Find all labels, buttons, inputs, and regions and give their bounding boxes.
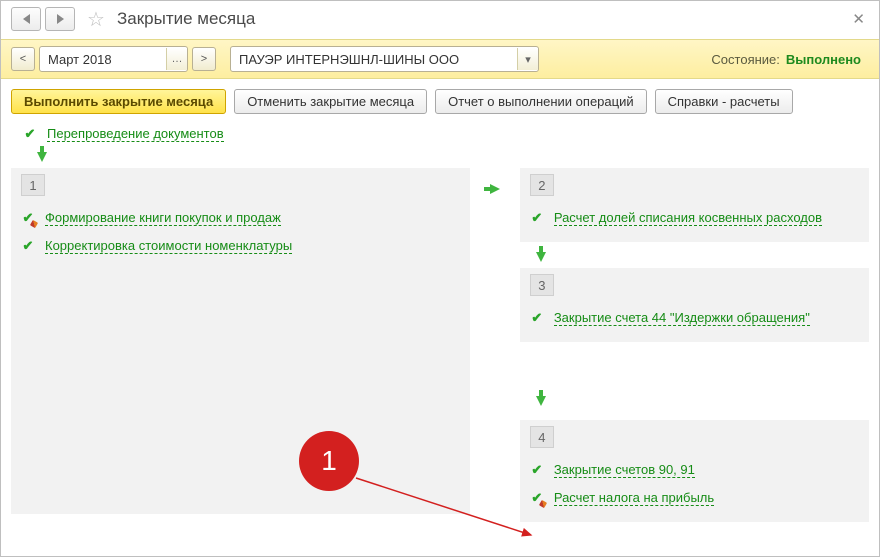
stage3-item1-link[interactable]: Закрытие счета 44 "Издержки обращения": [554, 310, 810, 326]
actions-row: Выполнить закрытие месяца Отменить закры…: [1, 79, 879, 120]
repost-documents-link[interactable]: Перепроведение документов: [47, 126, 224, 142]
stage1-number: 1: [21, 174, 45, 196]
stage4-item1-row: ✔ Закрытие счетов 90, 91: [530, 456, 859, 484]
flow-arrow-down: [1, 146, 879, 168]
nav-back-button[interactable]: [11, 7, 41, 31]
stage4-item2-link[interactable]: Расчет налога на прибыль: [554, 490, 714, 506]
state-value: Выполнено: [786, 52, 861, 67]
check-icon: ✔: [530, 210, 544, 226]
stage1-item1-link[interactable]: Формирование книги покупок и продаж: [45, 210, 281, 226]
window-title: Закрытие месяца: [117, 9, 255, 29]
state-wrap: Состояние: Выполнено: [711, 52, 869, 67]
arrow-right-icon: [57, 14, 64, 24]
state-label: Состояние:: [711, 52, 779, 67]
stage2-number: 2: [530, 174, 554, 196]
organization-field[interactable]: ПАУЭР ИНТЕРНЭШНЛ-ШИНЫ ООО: [231, 52, 517, 67]
stage2-item1-row: ✔ Расчет долей списания косвенных расход…: [530, 204, 859, 232]
header-bar: ☆ Закрытие месяца ✕: [1, 1, 879, 39]
stage1-column: 1 Формирование книги покупок и продаж ✔ …: [11, 168, 470, 526]
stage4-box: 4 ✔ Закрытие счетов 90, 91 Расчет налога…: [520, 420, 869, 522]
flow-arrow-down: [520, 346, 869, 420]
right-stages-column: 2 ✔ Расчет долей списания косвенных расх…: [520, 168, 869, 526]
nav-forward-button[interactable]: [45, 7, 75, 31]
references-button[interactable]: Справки - расчеты: [655, 89, 793, 114]
stage4-number: 4: [530, 426, 554, 448]
stage3-number: 3: [530, 274, 554, 296]
stage4-item1-link[interactable]: Закрытие счетов 90, 91: [554, 462, 695, 478]
repost-docs-row: ✔ Перепроведение документов: [1, 120, 879, 146]
window-root: ☆ Закрытие месяца ✕ < Март 2018 … > ПАУЭ…: [0, 0, 880, 557]
period-picker-button[interactable]: …: [166, 48, 187, 70]
stage2-box: 2 ✔ Расчет долей списания косвенных расх…: [520, 168, 869, 242]
arrow-down-icon: [536, 396, 546, 406]
arrow-left-icon: [23, 14, 30, 24]
period-toolbar: < Март 2018 … > ПАУЭР ИНТЕРНЭШНЛ-ШИНЫ ОО…: [1, 39, 879, 79]
arrow-down-icon: [37, 152, 47, 162]
check-icon: ✔: [23, 126, 37, 142]
operations-report-button[interactable]: Отчет о выполнении операций: [435, 89, 647, 114]
flow-arrow-right: [480, 168, 510, 526]
stage1-item2-link[interactable]: Корректировка стоимости номенклатуры: [45, 238, 292, 254]
perform-close-button[interactable]: Выполнить закрытие месяца: [11, 89, 226, 114]
check-pencil-icon: [21, 211, 35, 225]
stage4-item2-row: Расчет налога на прибыль: [530, 484, 859, 512]
stage1-item2-row: ✔ Корректировка стоимости номенклатуры: [21, 232, 460, 260]
flow-arrow-down: [520, 246, 869, 268]
cancel-close-button[interactable]: Отменить закрытие месяца: [234, 89, 427, 114]
stage1-item1-row: Формирование книги покупок и продаж: [21, 204, 460, 232]
stage3-item1-row: ✔ Закрытие счета 44 "Издержки обращения": [530, 304, 859, 332]
favorite-star-icon[interactable]: ☆: [85, 8, 107, 30]
stage2-item1-link[interactable]: Расчет долей списания косвенных расходов: [554, 210, 822, 226]
period-field-wrap: Март 2018 …: [39, 46, 188, 72]
check-icon: ✔: [21, 238, 35, 254]
stage3-box: 3 ✔ Закрытие счета 44 "Издержки обращени…: [520, 268, 869, 342]
check-icon: ✔: [530, 462, 544, 478]
period-prev-button[interactable]: <: [11, 47, 35, 71]
check-icon: ✔: [530, 310, 544, 326]
organization-field-wrap: ПАУЭР ИНТЕРНЭШНЛ-ШИНЫ ООО ▾: [230, 46, 539, 72]
stage1-box: 1 Формирование книги покупок и продаж ✔ …: [11, 168, 470, 514]
period-field[interactable]: Март 2018: [40, 52, 166, 67]
annotation-badge: 1: [299, 431, 359, 491]
arrow-down-icon: [536, 252, 546, 262]
period-next-button[interactable]: >: [192, 47, 216, 71]
check-pencil-icon: [530, 491, 544, 505]
arrow-right-icon: [490, 184, 500, 194]
stages-columns: 1 Формирование книги покупок и продаж ✔ …: [1, 168, 879, 526]
organization-dropdown-button[interactable]: ▾: [517, 48, 538, 70]
close-button[interactable]: ✕: [848, 10, 869, 28]
